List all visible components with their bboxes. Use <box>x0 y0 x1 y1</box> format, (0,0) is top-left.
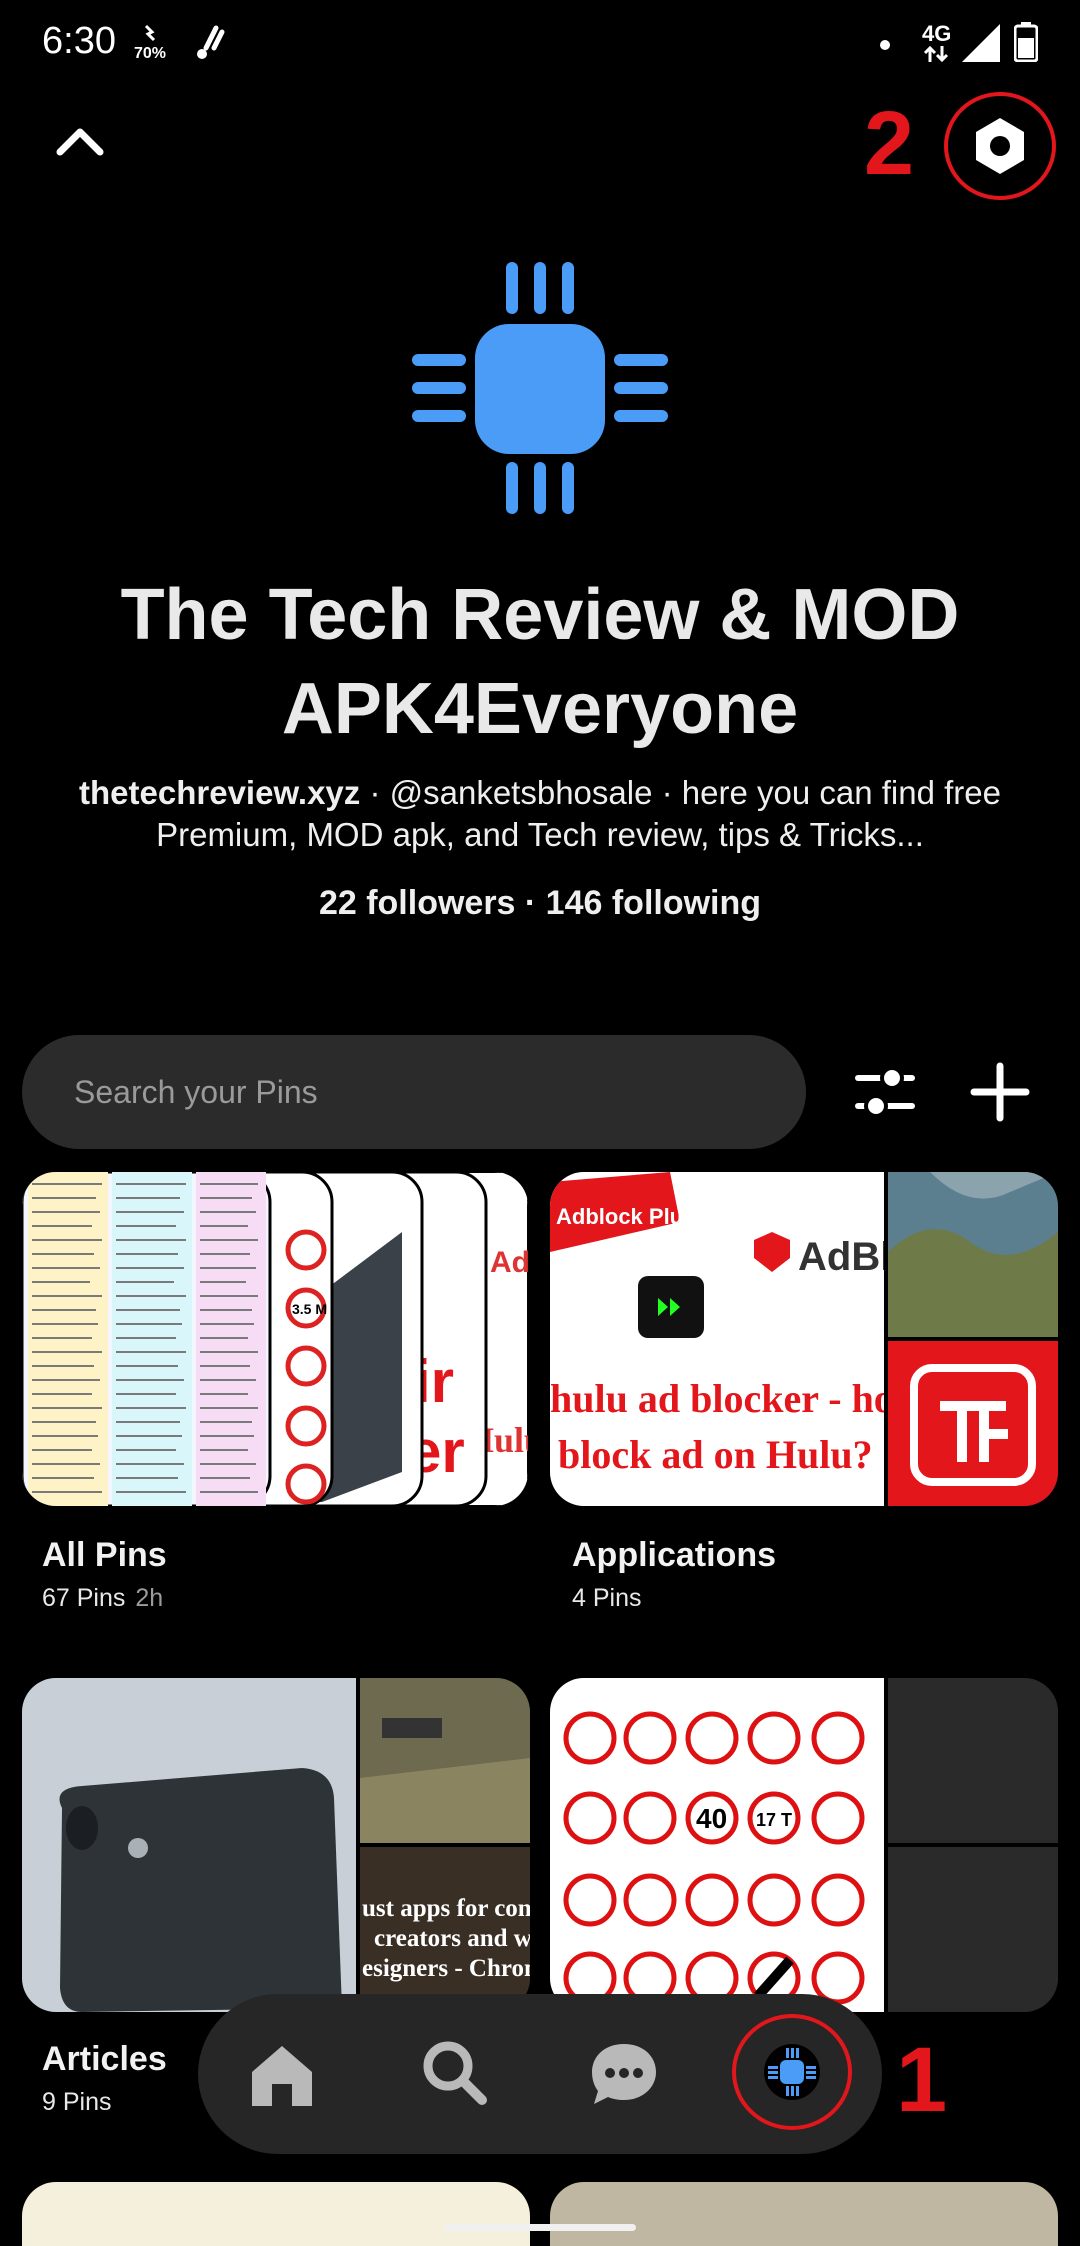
profile-avatar[interactable] <box>410 258 670 518</box>
status-time: 6:30 <box>42 20 116 62</box>
network-type: 4G <box>922 21 952 46</box>
battery-saver-pct: 70% <box>134 45 167 62</box>
thumb-adblock-plus: Adblock Plus <box>556 1204 695 1229</box>
board-next-2[interactable] <box>550 2182 1058 2246</box>
thumb-adblock-short: AdBl <box>798 1235 891 1279</box>
board-articles[interactable]: ust apps for conten creators and webs es… <box>22 1678 530 2012</box>
data-arrows-icon <box>922 45 952 63</box>
signal-icon <box>962 24 1000 62</box>
board-pin-count: 4 Pins <box>572 1584 642 1612</box>
back-button[interactable] <box>48 114 112 166</box>
add-button[interactable] <box>968 1060 1032 1124</box>
svg-text:Ad: Ad <box>490 1246 528 1279</box>
profile-about: thetechreview.xyz · @sanketsbhosale · he… <box>40 772 1040 856</box>
board-pin-count: 9 Pins <box>42 2088 112 2116</box>
home-icon <box>252 2046 312 2106</box>
annotation-2: 2 <box>864 94 915 194</box>
profile-name: The Tech Review & MOD APK4Everyone <box>120 575 960 749</box>
follow-counts[interactable]: 22 followers · 146 following <box>0 884 1080 923</box>
board-all-pins[interactable]: Ad - h Hulu ir er 3.5 M <box>22 1172 528 1506</box>
svg-text:hulu ad blocker - how: hulu ad blocker - how <box>550 1376 923 1421</box>
plus-icon <box>970 1062 1030 1122</box>
svg-text:creators and webs: creators and webs <box>374 1925 530 1952</box>
nav-search[interactable] <box>418 2036 490 2108</box>
status-bar: 6:30 70% 4G <box>0 0 1080 90</box>
battery-saver-icon: 70% <box>134 22 174 62</box>
svg-text:ust apps for conten: ust apps for conten <box>362 1895 530 1922</box>
chip-logo-icon <box>412 262 668 514</box>
board-road-signs[interactable]: 40 17 T <box>550 1678 1058 2012</box>
board-next-1[interactable] <box>22 2182 530 2246</box>
gesture-home-indicator[interactable] <box>444 2224 636 2231</box>
thumb-weight: 17 T <box>756 1810 792 1830</box>
profile-website[interactable]: thetechreview.xyz <box>79 774 360 811</box>
board-cover-collage: Adblock Plus AdBl hulu ad blocker - how … <box>550 1172 1058 1506</box>
settings-icon <box>976 118 1024 174</box>
board-cover-collage: ust apps for conten creators and webs es… <box>22 1678 530 2012</box>
board-name[interactable]: Articles <box>42 2040 167 2079</box>
profile-avatar-icon <box>764 2044 820 2100</box>
thumb-speed: 40 <box>696 1803 727 1834</box>
svg-text:block ad on Hulu?: block ad on Hulu? <box>558 1432 873 1477</box>
search-icon <box>423 2041 487 2105</box>
notification-icon <box>192 22 228 62</box>
nav-home[interactable] <box>246 2038 318 2110</box>
svg-text:esigners - Chrome C: esigners - Chrome C <box>362 1955 530 1982</box>
board-name[interactable]: All Pins <box>42 1536 167 1575</box>
board-name[interactable]: Applications <box>572 1536 776 1575</box>
chat-icon <box>592 2044 656 2104</box>
thumb-height: 3.5 M <box>292 1301 327 1317</box>
board-pin-count: 67 Pins <box>42 1584 126 1612</box>
search-input[interactable]: Search your Pins <box>74 1074 318 1111</box>
board-time: 2h <box>135 1584 164 1612</box>
nav-profile[interactable] <box>730 2012 854 2132</box>
sliders-icon <box>855 1066 915 1118</box>
board-cover-stack: Ad - h Hulu ir er 3.5 M <box>22 1172 528 1506</box>
battery-icon <box>1013 22 1039 63</box>
board-cover-collage: 40 17 T <box>550 1678 1058 2012</box>
chevron-up-icon <box>56 128 104 156</box>
annotation-1: 1 <box>896 2029 948 2131</box>
filter-button[interactable] <box>852 1062 918 1122</box>
board-applications[interactable]: Adblock Plus AdBl hulu ad blocker - how … <box>550 1172 1058 1506</box>
nav-messages[interactable] <box>588 2038 660 2110</box>
settings-button[interactable] <box>940 88 1060 204</box>
board-meta: 67 Pins 2h <box>42 1584 163 1613</box>
dot-icon <box>880 40 890 50</box>
